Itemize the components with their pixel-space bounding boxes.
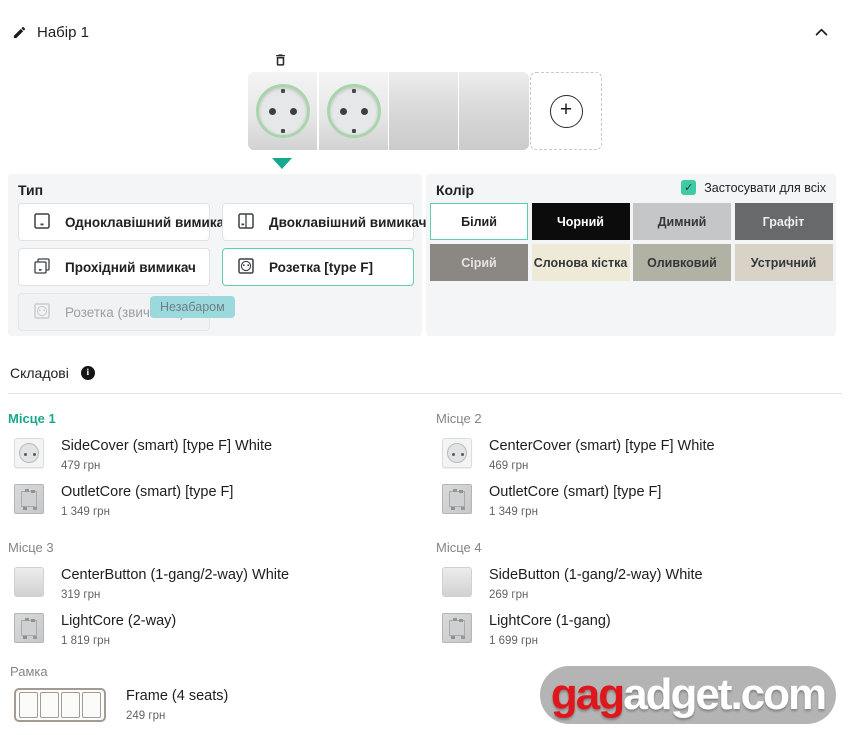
place-4-label: Місце 4 [436, 540, 846, 555]
color-swatch-black[interactable]: Чорний [532, 203, 630, 240]
socket-regular-icon [33, 302, 51, 323]
panel-preview [248, 72, 529, 150]
product-price: 469 грн [489, 460, 715, 472]
product-name: SideButton (1-gang/2-way) White [489, 567, 703, 583]
list-item[interactable]: CenterCover (smart) [type F] White 469 г… [442, 438, 846, 472]
product-thumbnail-mechanism [442, 484, 472, 514]
list-item[interactable]: OutletCore (smart) [type F] 1 349 грн [442, 484, 846, 518]
type-section: Тип Одноклавішний вимикач Двоклавішний в… [8, 174, 422, 336]
product-name: SideCover (smart) [type F] White [61, 438, 272, 454]
color-section-title: Колір [436, 182, 474, 198]
color-swatch-white[interactable]: Білий [430, 203, 528, 240]
list-item[interactable]: OutletCore (smart) [type F] 1 349 грн [14, 484, 418, 518]
trash-icon [273, 56, 288, 71]
set-title: Набір 1 [37, 24, 89, 41]
product-price: 1 699 грн [489, 635, 611, 647]
product-name: LightCore (2-way) [61, 613, 176, 629]
product-name: Frame (4 seats) [126, 688, 228, 704]
color-section: Колір ✓ Застосувати для всіх Білий Чорни… [426, 174, 836, 336]
set-header: Набір 1 [12, 24, 89, 41]
socket-face [327, 84, 381, 138]
type-option-one-gang[interactable]: Одноклавішний вимикач [18, 203, 210, 241]
product-price: 269 грн [489, 589, 703, 601]
product-price: 1 819 грн [61, 635, 176, 647]
product-thumbnail-mechanism [14, 613, 44, 643]
color-swatch-olive[interactable]: Оливковий [633, 244, 731, 281]
product-name: OutletCore (smart) [type F] [61, 484, 233, 500]
product-thumbnail-button-cover [14, 567, 44, 597]
product-thumbnail-frame [14, 688, 106, 722]
place-1-label: Місце 1 [8, 411, 418, 426]
intermediate-switch-icon [33, 257, 51, 278]
configurator-page: Набір 1 + Тип [0, 0, 850, 735]
components-title: Складові [10, 365, 69, 381]
delete-module-button[interactable] [273, 52, 288, 68]
place-3-group: Місце 3 CenterButton (1-gang/2-way) Whit… [8, 540, 418, 647]
apply-all-toggle[interactable]: ✓ Застосувати для всіх [681, 180, 826, 195]
place-2-group: Місце 2 CenterCover (smart) [type F] Whi… [436, 411, 846, 518]
chevron-up-icon [813, 29, 830, 44]
type-option-socket-f[interactable]: Розетка [type F] [222, 248, 414, 286]
color-swatch-gray[interactable]: Сірий [430, 244, 528, 281]
product-price: 479 грн [61, 460, 272, 472]
place-4-group: Місце 4 SideButton (1-gang/2-way) White … [436, 540, 846, 647]
product-name: CenterCover (smart) [type F] White [489, 438, 715, 454]
product-thumbnail-socket-cover [14, 438, 44, 468]
divider [8, 393, 842, 394]
apply-all-label: Застосувати для всіх [704, 181, 826, 195]
list-item[interactable]: CenterButton (1-gang/2-way) White 319 гр… [14, 567, 418, 601]
product-price: 1 349 грн [61, 506, 233, 518]
socket-face [256, 84, 310, 138]
type-option-two-gang[interactable]: Двоклавішний вимикач [222, 203, 414, 241]
socket-type-f-icon [237, 257, 255, 278]
product-price: 249 грн [126, 710, 228, 722]
module-socket-2[interactable] [319, 72, 389, 150]
list-item[interactable]: SideButton (1-gang/2-way) White 269 грн [442, 567, 846, 601]
place-2-label: Місце 2 [436, 411, 846, 426]
two-gang-switch-icon [237, 212, 255, 233]
coming-soon-badge: Незабаром [150, 296, 235, 318]
product-thumbnail-mechanism [442, 613, 472, 643]
add-module-button[interactable]: + [530, 72, 602, 150]
type-option-intermediate[interactable]: Прохідний вимикач [18, 248, 210, 286]
product-name: OutletCore (smart) [type F] [489, 484, 661, 500]
product-thumbnail-mechanism [14, 484, 44, 514]
list-item[interactable]: LightCore (1-gang) 1 699 грн [442, 613, 846, 647]
collapse-set-button[interactable] [813, 24, 830, 41]
info-icon[interactable]: i [81, 366, 95, 380]
place-1-group: Місце 1 SideCover (smart) [type F] White… [8, 411, 418, 518]
checkbox-checked-icon[interactable]: ✓ [681, 180, 696, 195]
product-price: 319 грн [61, 589, 289, 601]
color-swatch-graphite[interactable]: Графіт [735, 203, 833, 240]
list-item[interactable]: SideCover (smart) [type F] White 479 грн [14, 438, 418, 472]
module-switch-3[interactable] [389, 72, 459, 150]
pencil-icon [12, 28, 27, 43]
color-swatch-smoky[interactable]: Димний [633, 203, 731, 240]
color-swatch-ivory[interactable]: Слонова кістка [532, 244, 630, 281]
product-name: CenterButton (1-gang/2-way) White [61, 567, 289, 583]
frame-item[interactable]: Frame (4 seats) 249 грн [14, 688, 228, 722]
selected-module-pointer [272, 158, 292, 169]
frame-section-title: Рамка [10, 664, 48, 679]
components-header: Складові i [10, 365, 95, 381]
watermark-logo: gagadget.com [540, 666, 836, 724]
color-swatch-oyster[interactable]: Устричний [735, 244, 833, 281]
product-thumbnail-socket-cover [442, 438, 472, 468]
edit-set-button[interactable] [12, 25, 27, 40]
plus-icon: + [550, 95, 583, 128]
place-3-label: Місце 3 [8, 540, 418, 555]
list-item[interactable]: LightCore (2-way) 1 819 грн [14, 613, 418, 647]
watermark-text-white: adget.com [623, 670, 825, 720]
module-socket-1[interactable] [248, 72, 318, 150]
one-gang-switch-icon [33, 212, 51, 233]
color-swatches: Білий Чорний Димний Графіт Сірий Слонова… [430, 203, 832, 281]
watermark-text-red: gag [551, 670, 623, 720]
module-switch-4[interactable] [459, 72, 529, 150]
product-price: 1 349 грн [489, 506, 661, 518]
type-section-title: Тип [18, 182, 43, 198]
product-thumbnail-button-cover [442, 567, 472, 597]
product-name: LightCore (1-gang) [489, 613, 611, 629]
